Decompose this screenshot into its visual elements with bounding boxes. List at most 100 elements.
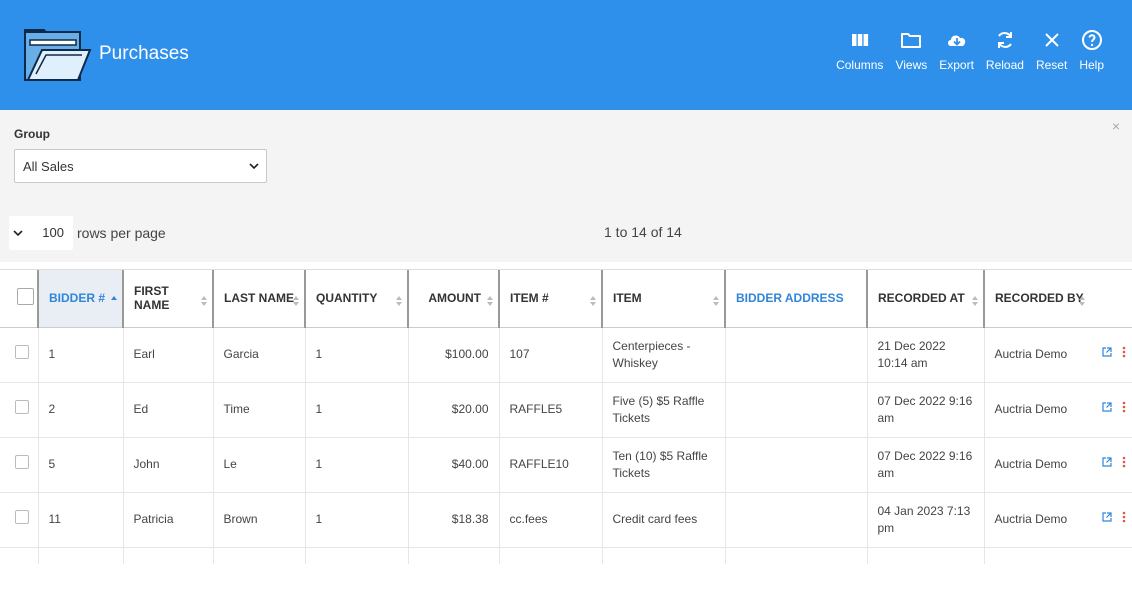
cell-item: Credit card fees [601, 492, 725, 548]
cell-bidder-address [724, 492, 867, 548]
table-row[interactable]: 5 John Le 1 $40.00 RAFFLE10 Ten (10) $5 … [0, 437, 1132, 493]
table-row[interactable]: 1 Earl Garcia 1 $100.00 107 Centerpieces… [0, 327, 1132, 383]
pagination-range: 1 to 14 of 14 [604, 224, 682, 240]
export-button[interactable]: Export [939, 28, 974, 72]
cell-item: Five (5) $5 Raffle Tickets [601, 382, 725, 438]
sort-icon[interactable] [292, 294, 300, 308]
cell-recorded-by: Auctria Demo [983, 492, 1132, 548]
views-label: Views [895, 58, 928, 72]
close-filter-icon[interactable]: × [1112, 118, 1120, 134]
row-checkbox[interactable] [15, 400, 29, 414]
cell-bidder: 1 [37, 327, 123, 383]
page-title: Purchases [99, 43, 189, 64]
filter-panel: × Group All Sales 100 rows per page 1 to… [0, 110, 1132, 262]
row-select-cell [0, 547, 38, 564]
cell-first-name: Patricia [122, 492, 213, 548]
cell-item-number: RAFFLE5 [498, 382, 602, 438]
more-vertical-icon[interactable] [1122, 511, 1126, 523]
cell-bidder: 2 [37, 382, 123, 438]
cell-last-name [212, 547, 305, 564]
more-vertical-icon[interactable] [1122, 346, 1126, 358]
reset-label: Reset [1035, 58, 1068, 72]
table-row[interactable]: 2 Ed Time 1 $20.00 RAFFLE5 Five (5) $5 R… [0, 382, 1132, 438]
row-select-cell [0, 492, 38, 548]
help-label: Help [1079, 58, 1104, 72]
folder-open-logo-icon [24, 29, 92, 81]
app-header: Purchases Columns Views Export Reload Re… [0, 0, 1132, 110]
cell-bidder [37, 547, 123, 564]
column-header-amount[interactable]: AMOUNT [407, 270, 499, 328]
recorded-by-text: Auctria Demo [994, 402, 1068, 416]
cell-recorded-by: Auctria Demo [983, 382, 1132, 438]
open-external-icon[interactable] [1102, 402, 1112, 412]
sort-icon[interactable] [486, 294, 494, 308]
sort-icon[interactable] [712, 294, 720, 308]
cell-first-name: Ed [122, 382, 213, 438]
cell-item: Centerpieces - Whiskey [601, 327, 725, 383]
open-external-icon[interactable] [1102, 512, 1112, 522]
sort-icon[interactable] [395, 294, 403, 308]
help-icon [1081, 30, 1102, 50]
more-vertical-icon[interactable] [1122, 401, 1126, 413]
cell-item-number: 107 [498, 327, 602, 383]
column-header-quantity[interactable]: QUANTITY [304, 270, 408, 328]
columns-label: Columns [836, 58, 884, 72]
cell-quantity: 1 [304, 382, 408, 438]
open-external-icon[interactable] [1102, 347, 1112, 357]
cell-quantity [304, 547, 408, 564]
sort-asc-icon[interactable] [110, 294, 118, 308]
column-header-item[interactable]: ITEM [601, 270, 725, 328]
column-header-bidder[interactable]: BIDDER # [37, 270, 123, 328]
cell-item-number: RAFFLE10 [498, 437, 602, 493]
rows-per-page-select[interactable]: 100 [9, 216, 73, 250]
cell-bidder-address [724, 327, 867, 383]
columns-button[interactable]: Columns [836, 28, 883, 72]
cell-recorded-by [983, 547, 1132, 564]
cell-recorded-at: 24 Jan 2023 [866, 547, 984, 564]
cell-quantity: 1 [304, 492, 408, 548]
more-vertical-icon[interactable] [1122, 456, 1126, 468]
cell-item-number: cc.fees [498, 492, 602, 548]
views-button[interactable]: Views [895, 28, 927, 72]
group-label: Group [14, 127, 50, 141]
recorded-by-text: Auctria Demo [994, 347, 1068, 361]
reset-button[interactable]: Reset [1036, 28, 1067, 72]
cell-first-name: Earl [122, 327, 213, 383]
column-header-recorded-at[interactable]: RECORDED AT [866, 270, 984, 328]
sort-icon[interactable] [200, 294, 208, 308]
table-row[interactable]: 11 Patricia Brown 1 $18.38 cc.fees Credi… [0, 492, 1132, 548]
cell-recorded-at: 21 Dec 2022 10:14 am [866, 327, 984, 383]
chevron-down-icon [249, 163, 259, 170]
select-all-checkbox[interactable] [17, 288, 34, 306]
column-header-last-name[interactable]: LAST NAME [212, 270, 305, 328]
sort-icon[interactable] [971, 294, 979, 308]
row-actions [1102, 456, 1126, 468]
row-checkbox[interactable] [15, 455, 29, 469]
column-header-bidder-address[interactable]: BIDDER ADDRESS [724, 270, 867, 328]
column-header-recorded-by[interactable]: RECORDED BY [983, 270, 1132, 328]
sort-icon[interactable] [1078, 294, 1086, 308]
cell-first-name: John [122, 437, 213, 493]
cell-item-number [498, 547, 602, 564]
cell-recorded-at: 07 Dec 2022 9:16 am [866, 382, 984, 438]
cell-bidder: 11 [37, 492, 123, 548]
reload-button[interactable]: Reload [986, 28, 1024, 72]
row-checkbox[interactable] [15, 345, 29, 359]
cell-first-name [122, 547, 213, 564]
row-select-cell [0, 382, 38, 438]
cell-amount: $20.00 [407, 382, 499, 438]
cell-quantity: 1 [304, 327, 408, 383]
cell-last-name: Brown [212, 492, 305, 548]
toolbar: Columns Views Export Reload Reset Help [824, 28, 1104, 72]
table-row[interactable]: Single (1) $5 24 Jan 2023 [0, 547, 1132, 564]
sort-icon[interactable] [589, 294, 597, 308]
cell-recorded-at: 07 Dec 2022 9:16 am [866, 437, 984, 493]
rows-per-page-value: 100 [42, 225, 64, 240]
open-external-icon[interactable] [1102, 457, 1112, 467]
column-header-first-name[interactable]: FIRST NAME [122, 270, 213, 328]
column-header-item-number[interactable]: ITEM # [498, 270, 602, 328]
help-button[interactable]: Help [1079, 28, 1104, 72]
row-checkbox[interactable] [15, 510, 29, 524]
row-select-cell [0, 327, 38, 383]
group-select[interactable]: All Sales [14, 149, 267, 183]
